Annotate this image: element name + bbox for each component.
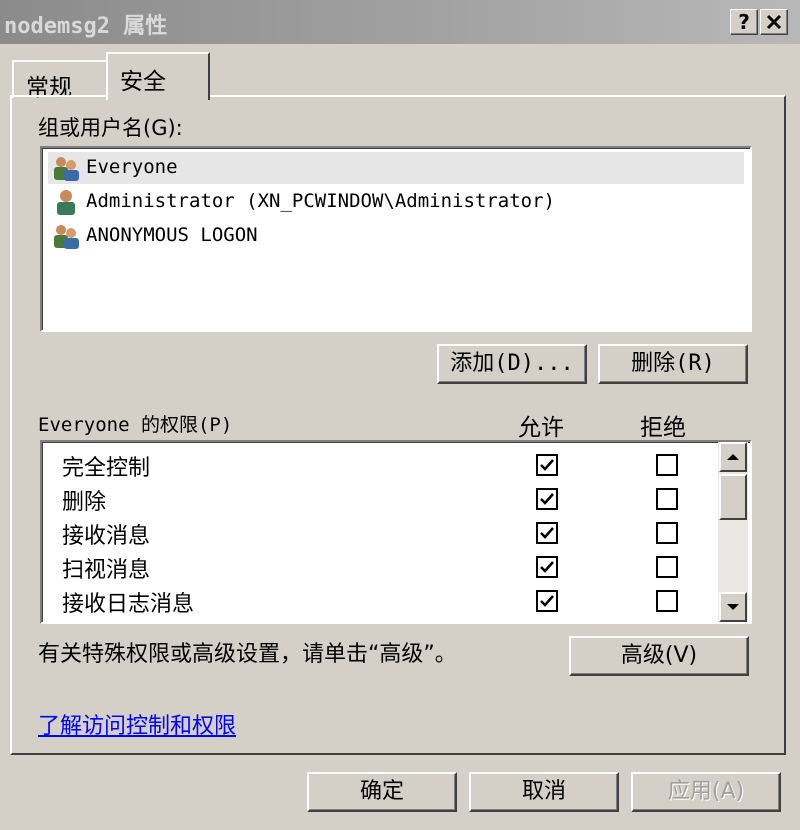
permission-name: 接收日志消息 (62, 592, 195, 617)
scrollbar[interactable] (718, 442, 748, 622)
add-button[interactable]: 添加(D)... (437, 344, 587, 384)
user-name: ANONYMOUS LOGON (86, 224, 258, 246)
help-link[interactable]: 了解访问控制和权限 (38, 708, 236, 740)
groups-label: 组或用户名(G): (38, 116, 183, 140)
window-title: nodemsg2 属性 (4, 14, 168, 39)
title-bar: nodemsg2 属性 ? (0, 0, 800, 44)
allow-checkbox[interactable] (536, 488, 558, 510)
tab-security[interactable]: 安全 (106, 52, 210, 100)
deny-checkbox[interactable] (656, 522, 678, 544)
ok-button[interactable]: 确定 (307, 772, 457, 812)
arrow-up-icon (727, 454, 739, 460)
deny-checkbox[interactable] (656, 590, 678, 612)
close-icon (766, 14, 782, 30)
group-icon (54, 157, 79, 181)
user-icon (57, 190, 75, 215)
advanced-hint: 有关特殊权限或高级设置，请单击“高级”。 (38, 642, 457, 667)
apply-button[interactable]: 应用(A) (631, 772, 781, 812)
close-button[interactable] (760, 9, 788, 35)
tab-security-label: 安全 (120, 69, 166, 95)
deny-checkbox[interactable] (656, 454, 678, 476)
permission-name: 完全控制 (62, 456, 151, 481)
deny-checkbox[interactable] (656, 488, 678, 510)
arrow-down-icon (727, 604, 739, 610)
allow-checkbox[interactable] (536, 454, 558, 476)
list-item-administrator[interactable]: Administrator (XN_PCWINDOW\Administrator… (48, 186, 744, 218)
scroll-down-button[interactable] (719, 592, 747, 622)
allow-header: 允许 (518, 415, 564, 441)
scroll-thumb[interactable] (719, 474, 747, 520)
allow-checkbox[interactable] (536, 556, 558, 578)
deny-header: 拒绝 (640, 415, 686, 441)
allow-checkbox[interactable] (536, 590, 558, 612)
user-name: Administrator (XN_PCWINDOW\Administrator… (86, 190, 555, 212)
permissions-list: 完全控制删除接收消息扫视消息接收日志消息 (40, 440, 752, 624)
permission-name: 删除 (62, 490, 107, 515)
tab-general[interactable]: 常规 (12, 60, 108, 101)
help-button[interactable]: ? (730, 9, 758, 35)
advanced-button[interactable]: 高级(V) (569, 636, 749, 676)
cancel-button[interactable]: 取消 (469, 772, 619, 812)
allow-checkbox[interactable] (536, 522, 558, 544)
group-icon (54, 225, 79, 249)
scroll-up-button[interactable] (719, 442, 747, 472)
remove-button[interactable]: 删除(R) (598, 344, 748, 384)
user-name: Everyone (86, 156, 178, 178)
permission-name: 接收消息 (62, 524, 151, 549)
permissions-label: Everyone 的权限(P) (38, 414, 233, 436)
deny-checkbox[interactable] (656, 556, 678, 578)
user-list[interactable]: Everyone Administrator (XN_PCWINDOW\Admi… (40, 146, 752, 332)
permission-name: 扫视消息 (62, 558, 151, 583)
list-item-everyone[interactable]: Everyone (48, 152, 744, 184)
list-item-anonymous-logon[interactable]: ANONYMOUS LOGON (48, 220, 744, 252)
